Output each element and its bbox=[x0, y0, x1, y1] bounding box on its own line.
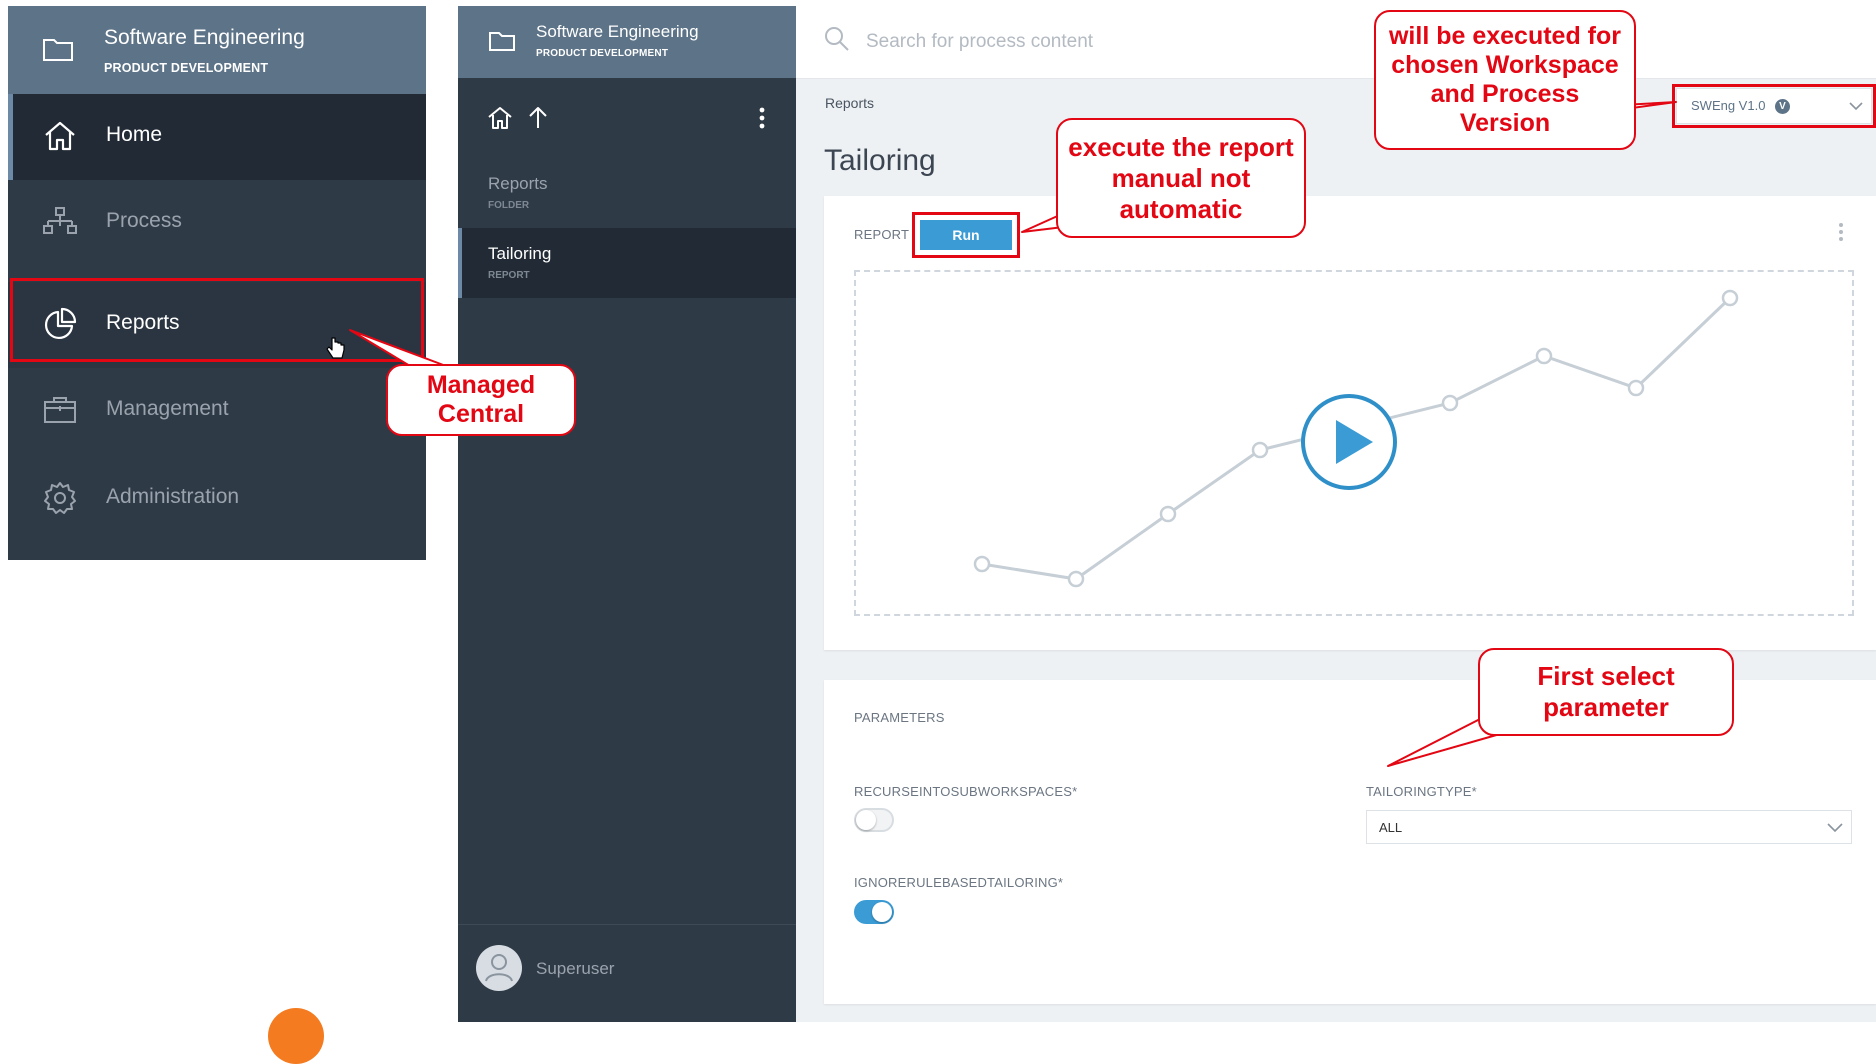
callout-select-parameter: First select parameter bbox=[1478, 648, 1734, 736]
callout-managed-central: Managed Central bbox=[386, 364, 576, 436]
callout-execute-manual: execute the report manual not automatic bbox=[1056, 118, 1306, 238]
callout-workspace-version: will be executed for chosen Workspace an… bbox=[1374, 10, 1636, 150]
callout-pointers bbox=[349, 101, 1677, 767]
